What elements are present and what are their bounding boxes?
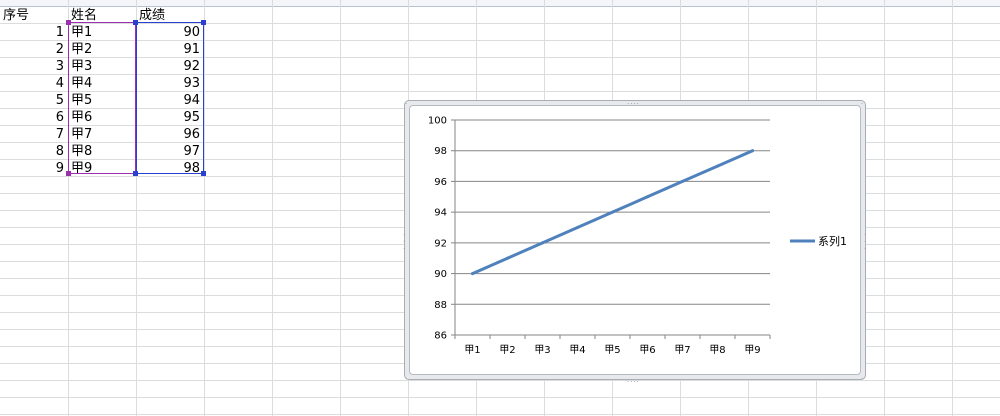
data-point[interactable] [646,195,649,199]
chart-resize-handle[interactable]: · · · [864,232,867,253]
data-point[interactable] [576,226,579,229]
cell-index[interactable]: 1 [0,24,64,41]
cell-index[interactable]: 9 [0,160,64,177]
data-point[interactable] [716,164,719,168]
range-resize-handle[interactable] [66,20,71,25]
header-cell-index[interactable]: 序号 [3,7,65,24]
chart-resize-handle[interactable]: · [405,376,408,383]
line-chart[interactable]: 86 88 90 92 94 96 98 100 甲1 甲2 甲3 甲4 甲5 甲6 甲7 甲8 甲9 系列1 [409,105,861,375]
data-point[interactable] [471,272,474,276]
y-tick-label: 88 [434,300,447,311]
chart-resize-handle[interactable]: · · · [403,232,406,253]
cell-index[interactable]: 5 [0,92,64,109]
x-tick-label: 甲4 [569,345,585,356]
column-gridline [340,0,341,416]
cell-index[interactable]: 3 [0,58,64,75]
data-point[interactable] [541,241,544,245]
value-range-highlight[interactable] [136,22,204,174]
chart-resize-handle[interactable]: · [405,101,408,108]
cell-index[interactable]: 2 [0,41,64,58]
column-header-bar[interactable] [0,0,1000,7]
y-tick-label: 98 [434,146,447,157]
y-tick-label: 96 [434,177,447,188]
column-gridline [884,0,885,416]
category-range-highlight[interactable] [68,22,136,174]
column-gridline [952,0,953,416]
cell-index[interactable]: 8 [0,143,64,160]
x-tick-label: 甲7 [674,345,690,356]
y-tick-label: 92 [434,238,447,249]
y-tick-label: 90 [434,269,447,280]
range-resize-handle[interactable] [201,20,206,25]
column-gridline [272,0,273,416]
chart-resize-handle[interactable]: · [861,101,864,108]
data-point[interactable] [611,210,614,214]
x-tick-label: 甲3 [534,345,550,356]
x-tick-label: 甲2 [499,345,515,356]
chart-resize-handle[interactable]: · [861,376,864,383]
x-tick-label: 甲6 [639,345,655,356]
x-tick-label: 甲1 [464,345,480,356]
y-tick-label: 100 [428,116,447,127]
cell-index[interactable]: 7 [0,126,64,143]
cell-index[interactable]: 4 [0,75,64,92]
data-point[interactable] [751,149,754,153]
row-gridline [0,380,1000,381]
x-tick-label: 甲9 [744,345,760,356]
range-resize-handle[interactable] [66,171,71,176]
x-tick-label: 甲5 [604,345,620,356]
data-point[interactable] [681,179,684,183]
data-point[interactable] [506,256,509,260]
range-resize-handle[interactable] [133,171,138,176]
y-tick-label: 86 [434,331,447,342]
row-gridline [0,397,1000,398]
chart-resize-handle[interactable]: ···· [627,379,640,386]
row-gridline [0,414,1000,415]
x-tick-label: 甲8 [709,345,725,356]
range-resize-handle[interactable] [133,20,138,25]
cell-index[interactable]: 6 [0,109,64,126]
range-resize-handle[interactable] [201,171,206,176]
legend-label[interactable]: 系列1 [818,234,847,248]
column-gridline [204,0,205,416]
y-tick-label: 94 [434,208,447,219]
